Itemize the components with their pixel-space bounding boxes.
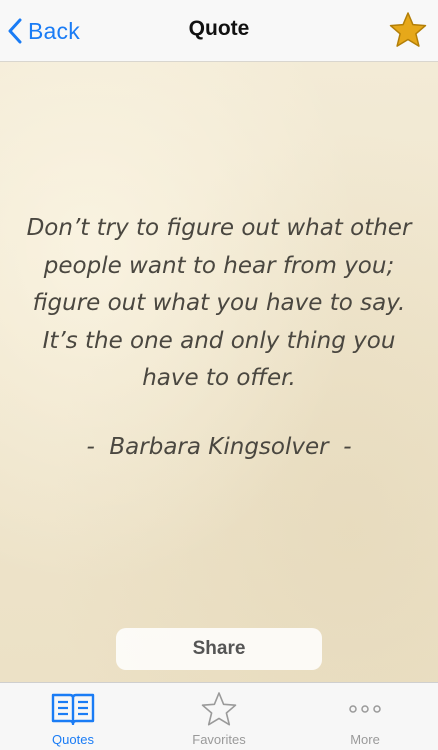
tab-favorites[interactable]: Favorites	[146, 683, 292, 750]
navigation-bar: Back Quote	[0, 0, 438, 62]
star-outline-icon	[201, 692, 237, 726]
star-filled-icon	[389, 12, 427, 47]
tab-more-label: More	[350, 732, 380, 747]
quote-content-area: Don’t try to figure out what other peopl…	[0, 62, 438, 682]
tab-quotes-label: Quotes	[52, 732, 94, 747]
quote-text: Don’t try to figure out what other peopl…	[26, 215, 412, 391]
tab-bar: Quotes Favorites More	[0, 682, 438, 750]
share-button[interactable]: Share	[116, 628, 322, 670]
open-book-icon	[51, 693, 95, 725]
tab-favorites-label: Favorites	[192, 732, 246, 747]
favorite-button[interactable]	[388, 10, 428, 50]
tab-quotes[interactable]: Quotes	[0, 683, 146, 750]
more-dots-icon	[349, 705, 381, 713]
quote-author: - Barbara Kingsolver -	[86, 434, 352, 460]
tab-more[interactable]: More	[292, 683, 438, 750]
page-title: Quote	[188, 17, 250, 40]
